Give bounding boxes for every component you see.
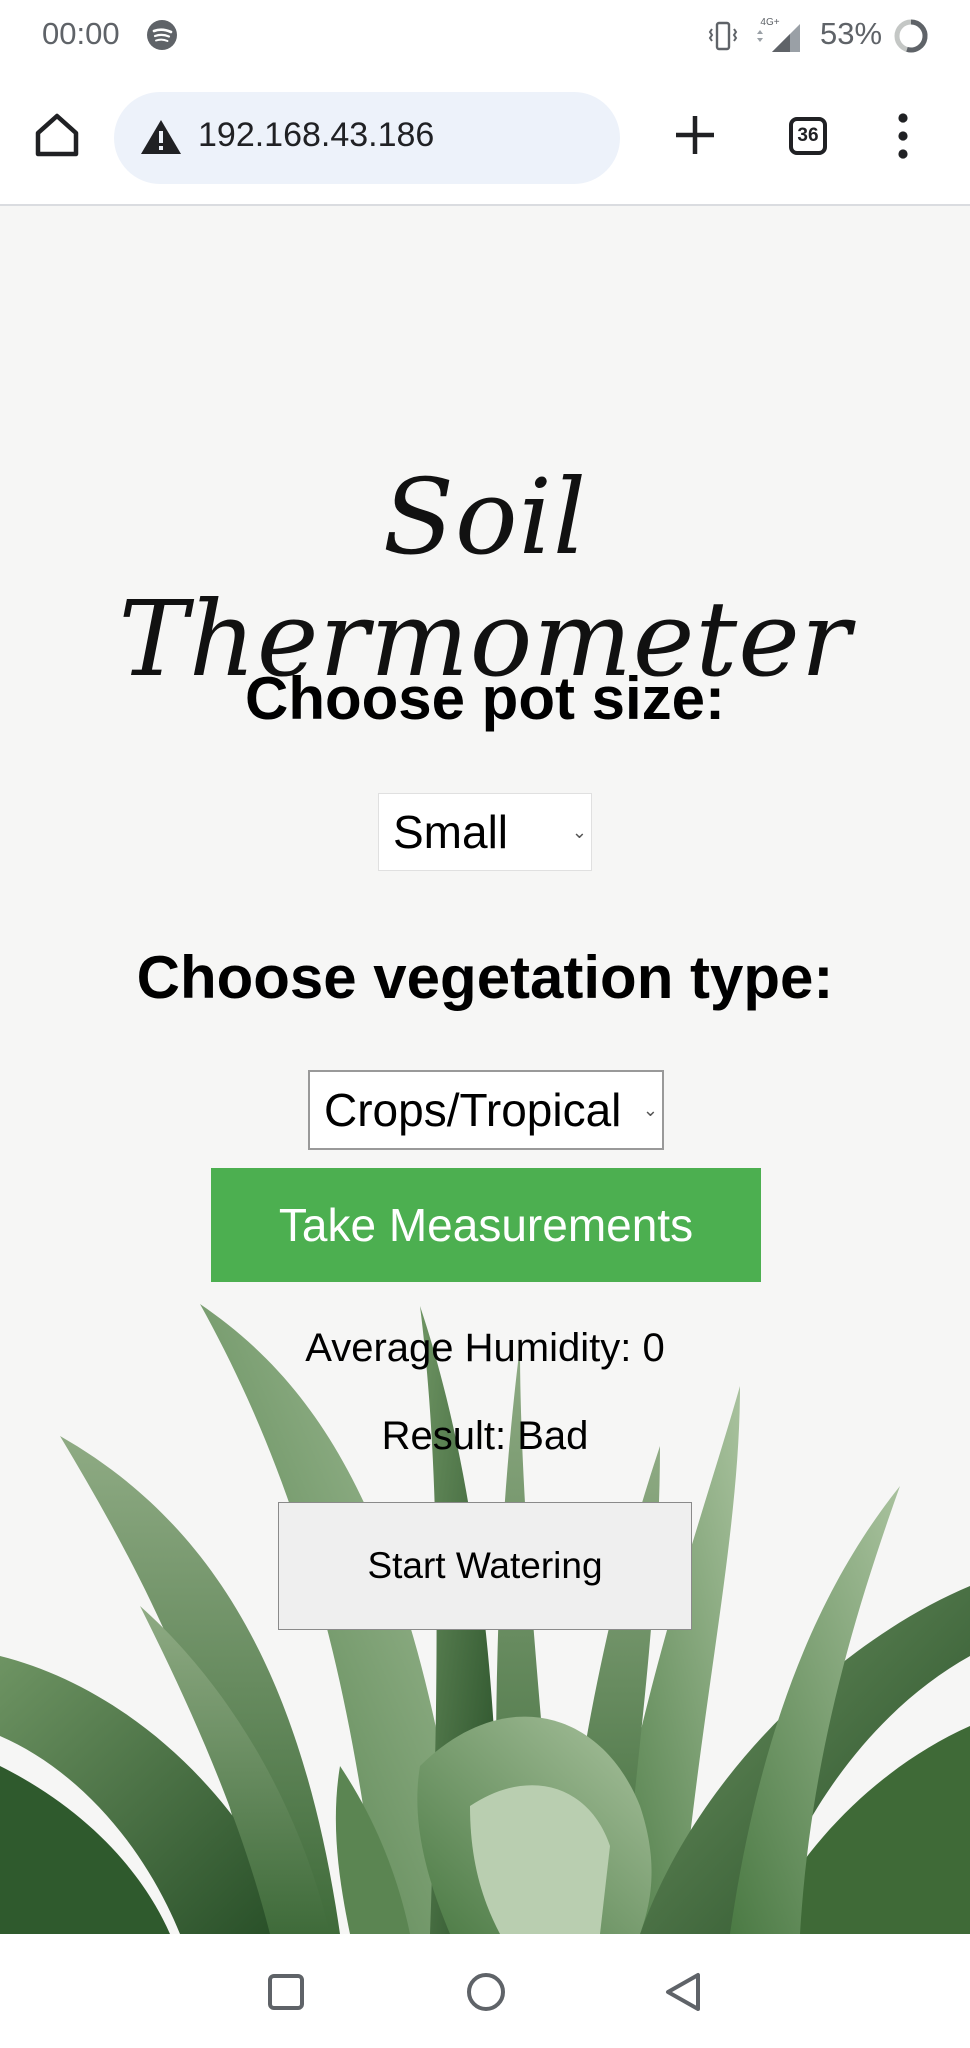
chevron-down-icon: ⌄: [571, 822, 587, 842]
vegetation-type-select[interactable]: Crops/Tropical ⌄: [308, 1070, 664, 1150]
vegetation-type-value: Crops/Tropical: [324, 1084, 622, 1136]
start-watering-button[interactable]: Start Watering: [278, 1502, 692, 1630]
status-time: 00:00: [42, 16, 120, 51]
back-icon[interactable]: [662, 1970, 704, 2014]
chevron-down-icon: ⌄: [642, 1100, 658, 1120]
vegetation-type-heading: Choose vegetation type:: [136, 944, 834, 1011]
browser-toolbar: 192.168.43.186 36: [0, 72, 970, 206]
result-text: Result: Bad: [381, 1414, 589, 1458]
signal-icon: [772, 24, 800, 52]
vibrate-icon: [708, 21, 738, 51]
status-bar: 00:00 4G+ 53%: [0, 0, 970, 72]
plus-icon[interactable]: [672, 112, 718, 158]
more-vert-icon[interactable]: [886, 110, 920, 162]
battery-icon: [894, 19, 928, 53]
url-text[interactable]: 192.168.43.186: [198, 116, 434, 155]
home-icon[interactable]: [28, 106, 86, 164]
address-bar[interactable]: 192.168.43.186: [114, 92, 620, 184]
pot-size-select[interactable]: Small ⌄: [378, 793, 592, 871]
average-humidity-text: Average Humidity: 0: [305, 1326, 665, 1370]
pot-size-heading: Choose pot size:: [244, 665, 726, 732]
take-measurements-button[interactable]: Take Measurements: [211, 1168, 761, 1282]
navigation-bar: [0, 1934, 970, 2048]
web-page: Soil Thermometer Choose pot size: Small …: [0, 206, 970, 1934]
home-circle-icon[interactable]: [464, 1970, 508, 2014]
battery-percent: 53%: [820, 16, 883, 51]
spotify-icon: [147, 20, 177, 50]
tab-switcher-button[interactable]: 36: [789, 117, 827, 155]
not-secure-warning-icon[interactable]: [140, 118, 182, 156]
recents-icon[interactable]: [266, 1972, 306, 2012]
pot-size-value: Small: [393, 806, 509, 858]
